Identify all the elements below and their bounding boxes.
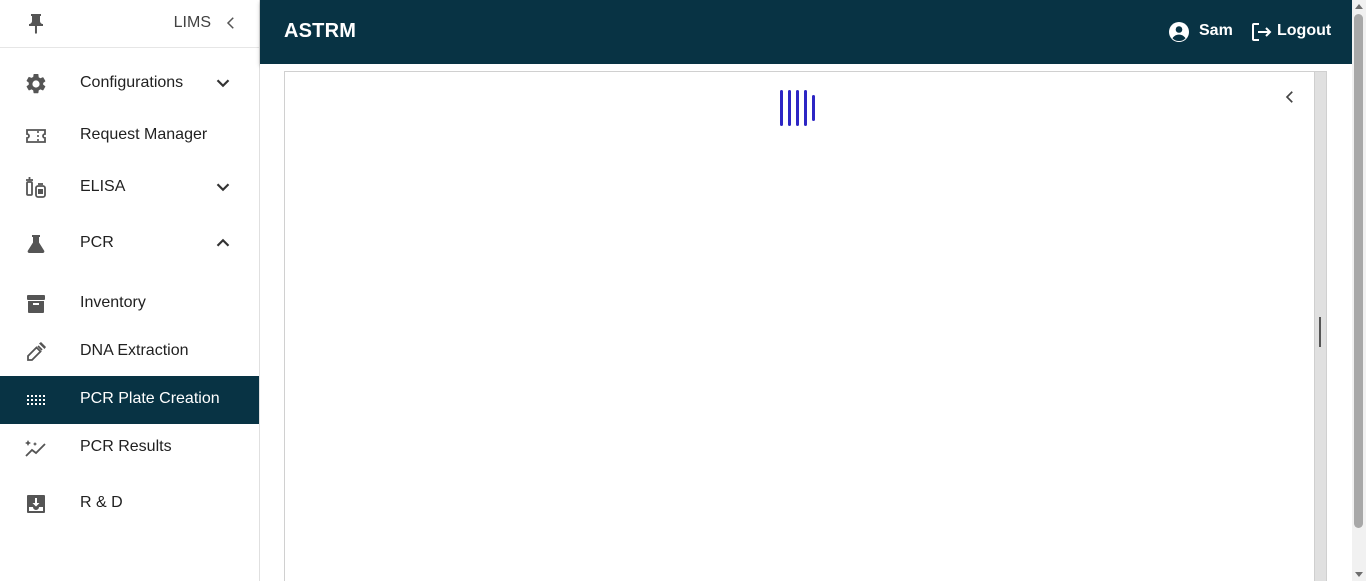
scroll-down-arrow[interactable] [1355, 572, 1363, 577]
sidebar-item-label: Request Manager [80, 126, 208, 143]
account-circle-icon [1169, 22, 1189, 42]
sidebar-item-configurations[interactable]: Configurations [0, 60, 259, 108]
app-header: ASTRM Sam Logout [260, 0, 1352, 64]
sidebar-item-label: PCR Results [80, 438, 172, 455]
pipette-icon [27, 342, 46, 361]
app-title: ASTRM [284, 20, 357, 42]
download-box-icon [27, 495, 45, 513]
sidebar-item-dna-extraction[interactable]: DNA Extraction [0, 328, 259, 376]
chart-sparkle-icon [25, 440, 46, 457]
chevron-down-icon[interactable] [212, 72, 234, 94]
sidebar-brand: LIMS [173, 14, 211, 31]
content-panel [284, 71, 1327, 581]
chevron-up-icon[interactable] [212, 232, 234, 254]
sidebar-item-pcr-plate-creation[interactable]: PCR Plate Creation [0, 376, 259, 424]
sidebar-item-label: PCR Plate Creation [80, 390, 220, 407]
sidebar-item-pcr-results[interactable]: PCR Results [0, 424, 259, 472]
sidebar-item-label: DNA Extraction [80, 342, 189, 359]
grid-icon [27, 395, 45, 405]
chevron-left-icon[interactable] [1281, 88, 1299, 106]
resize-handle[interactable] [1319, 317, 1321, 347]
chevron-down-icon[interactable] [212, 176, 234, 198]
sidebar-header: LIMS [0, 0, 259, 48]
vials-icon [26, 177, 46, 198]
archive-icon [27, 295, 45, 313]
sidebar-item-label: Inventory [80, 294, 146, 311]
gear-icon [26, 73, 46, 94]
logout-icon [1252, 23, 1272, 41]
scroll-up-arrow[interactable] [1355, 4, 1363, 9]
sidebar-item-elisa[interactable]: ELISA [0, 164, 259, 212]
loading-spinner [780, 90, 820, 126]
sidebar-item-pcr[interactable]: PCR [0, 220, 259, 268]
ticket-icon [26, 129, 46, 143]
flask-icon [27, 235, 45, 253]
sidebar: LIMS Configurations Request Manager ELIS… [0, 0, 260, 581]
logout-label: Logout [1277, 22, 1332, 39]
page-scrollbar[interactable] [1352, 0, 1366, 581]
scroll-thumb[interactable] [1354, 14, 1363, 528]
pin-icon[interactable] [24, 12, 48, 36]
main-content [260, 64, 1352, 581]
chevron-left-icon[interactable] [222, 14, 240, 32]
sidebar-item-label: Configurations [80, 74, 184, 91]
sidebar-item-request-manager[interactable]: Request Manager [0, 112, 259, 160]
sidebar-item-inventory[interactable]: Inventory [0, 280, 259, 328]
sidebar-item-label: ELISA [80, 178, 126, 195]
sidebar-item-r-and-d[interactable]: R & D [0, 480, 259, 528]
logout-button[interactable]: Logout [1249, 20, 1339, 44]
sidebar-item-label: R & D [80, 494, 123, 511]
sidebar-item-label: PCR [80, 234, 114, 251]
user-name: Sam [1199, 22, 1233, 39]
